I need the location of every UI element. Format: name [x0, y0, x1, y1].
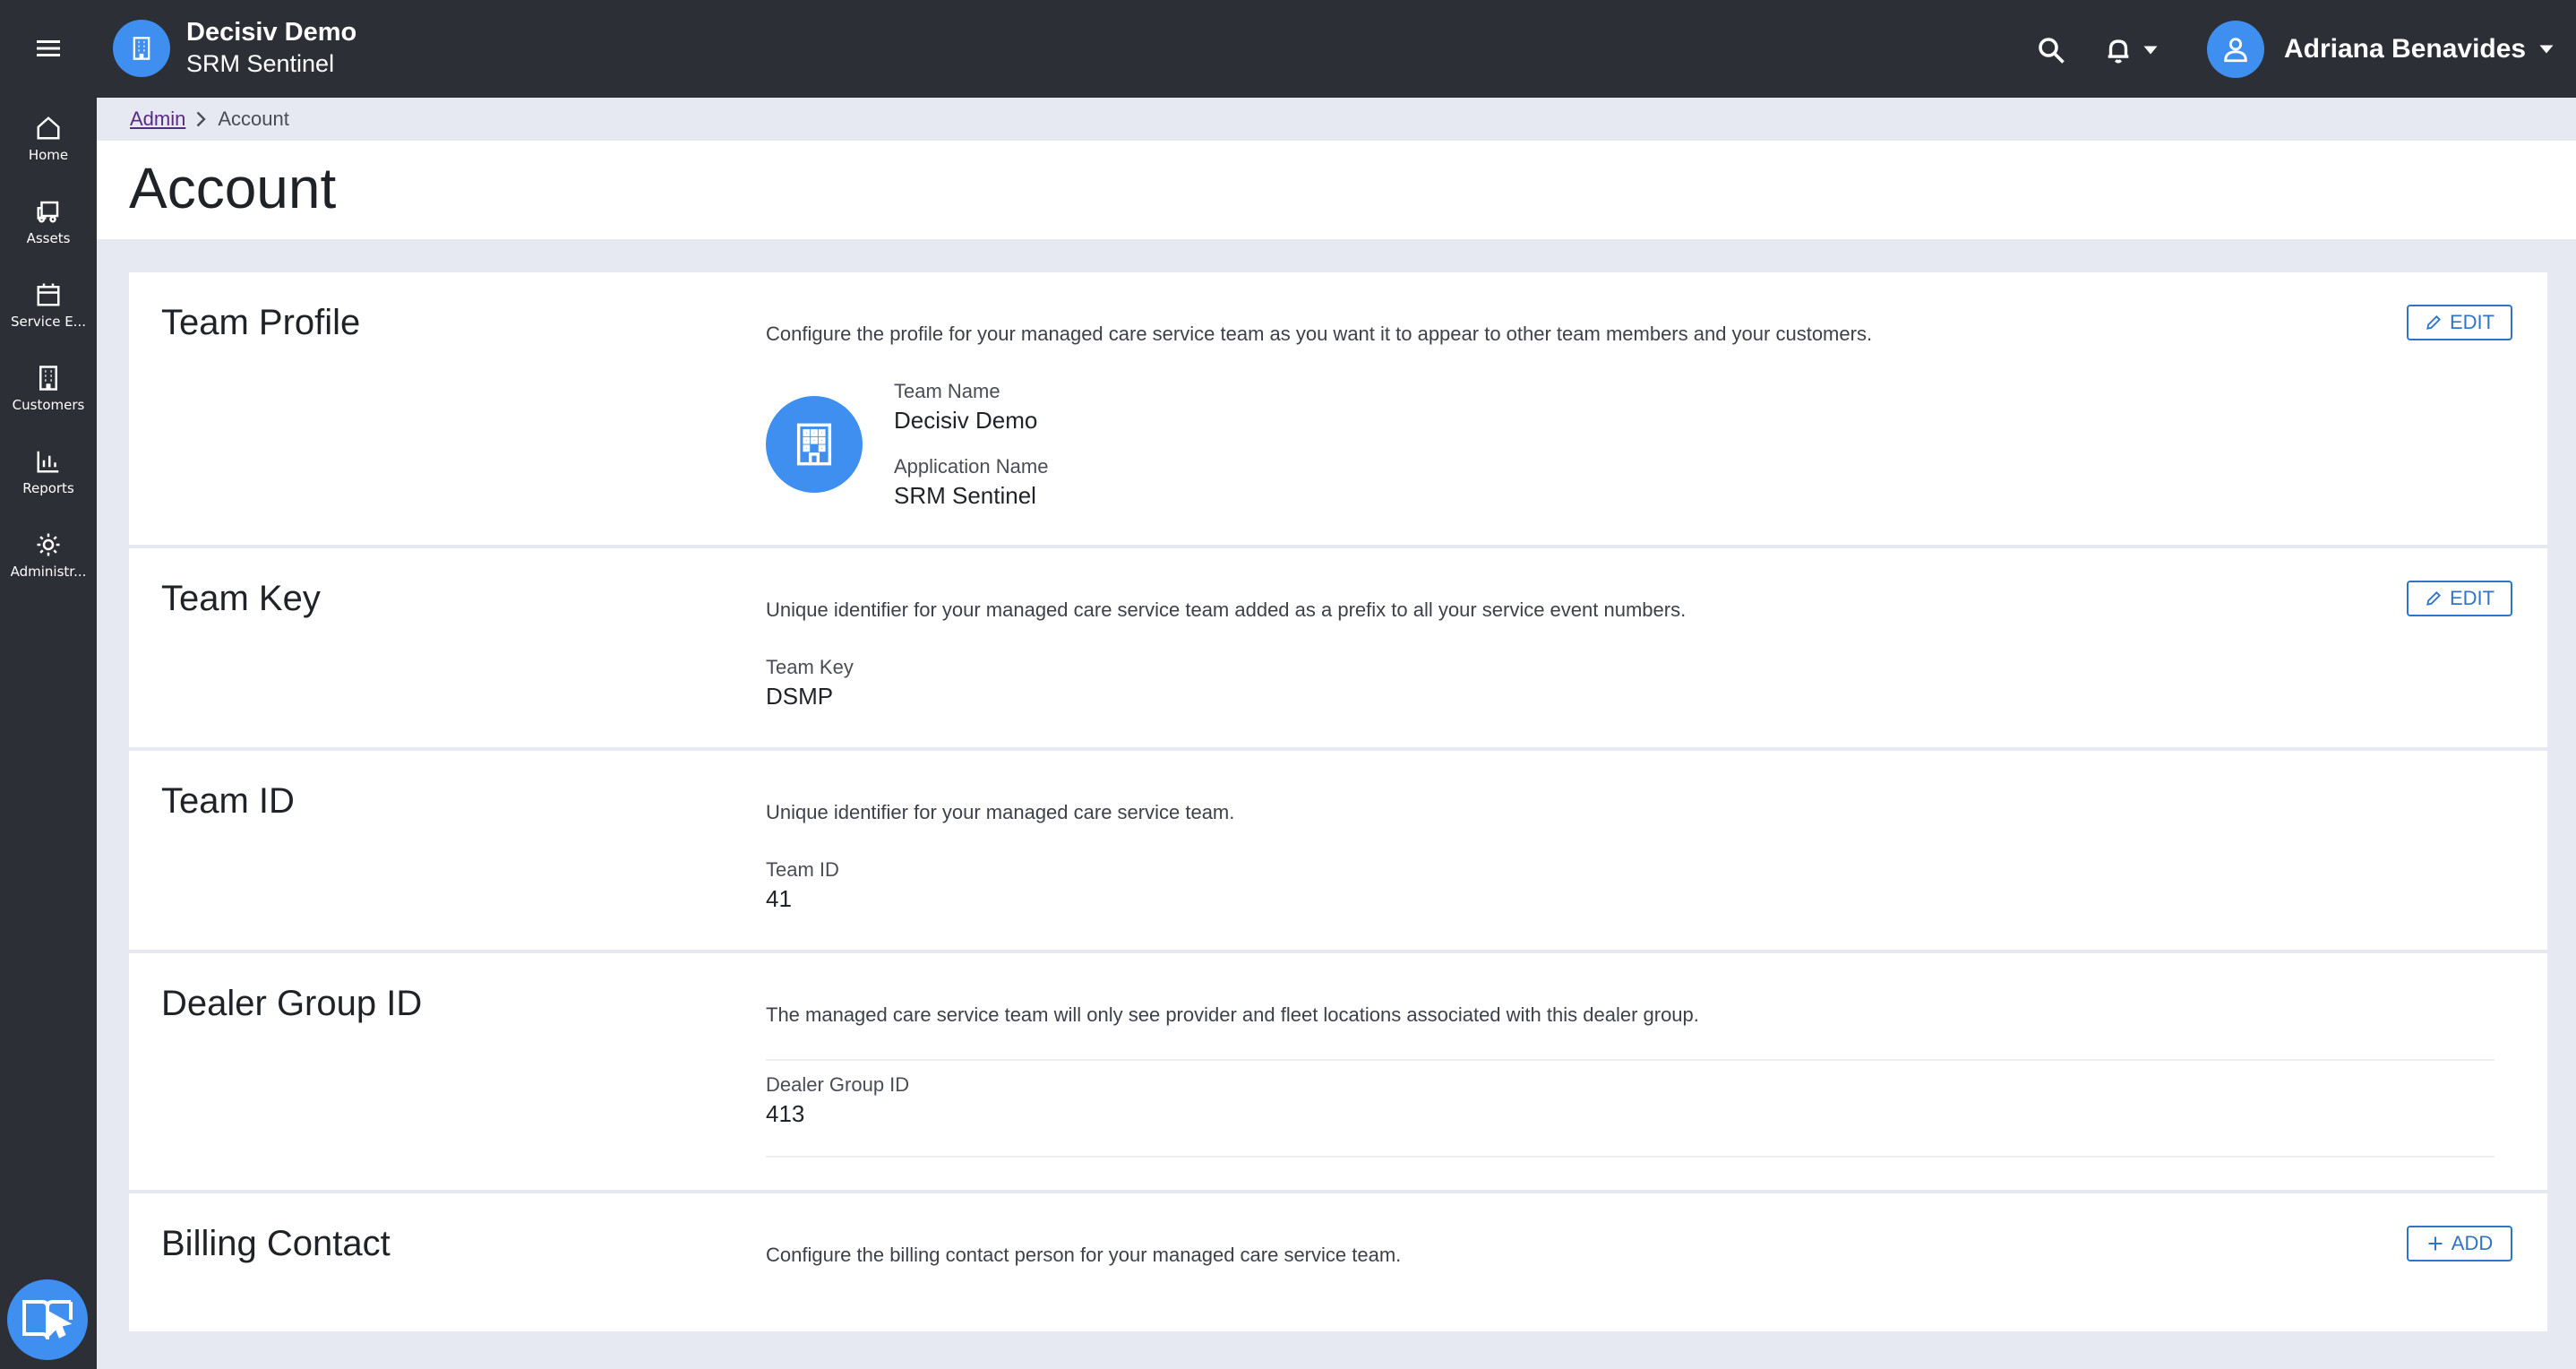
team-profile-title: Team Profile: [161, 303, 361, 342]
chevron-down-icon: [2539, 45, 2554, 54]
team-name-value: Decisiv Demo: [894, 407, 1038, 434]
user-menu[interactable]: Adriana Benavides: [2207, 20, 2555, 79]
team-id-card: Team ID Unique identifier for your manag…: [129, 751, 2547, 950]
search-icon: [2039, 38, 2065, 64]
dealer-group-card: Dealer Group ID The managed care service…: [129, 953, 2547, 1190]
breadcrumb-admin-link[interactable]: Admin: [130, 108, 185, 131]
sidebar-item-customers[interactable]: Customers: [0, 365, 97, 442]
team-key-value: DSMP: [766, 683, 834, 710]
page-title: Account: [129, 156, 337, 220]
add-button-label: ADD: [2451, 1232, 2494, 1254]
edit-team-profile-button[interactable]: EDIT: [2407, 305, 2512, 340]
dealer-group-title: Dealer Group ID: [161, 984, 423, 1023]
billing-contact-card: Billing Contact Configure the billing co…: [129, 1193, 2547, 1331]
add-billing-contact-button[interactable]: ADD: [2407, 1226, 2512, 1261]
book-pointer-icon: [22, 1300, 73, 1340]
sidebar: Home Assets Service E... Customers Repor…: [0, 0, 97, 1369]
edit-team-key-button[interactable]: EDIT: [2407, 581, 2512, 616]
breadcrumb-current: Account: [218, 108, 289, 130]
breadcrumb: Admin Account: [130, 108, 289, 131]
sidebar-item-home[interactable]: Home: [0, 115, 97, 192]
sidebar-item-reports[interactable]: Reports: [0, 448, 97, 525]
sidebar-item-label: Customers: [12, 397, 85, 413]
user-name: Adriana Benavides: [2284, 34, 2527, 64]
menu-toggle-button[interactable]: [29, 32, 68, 65]
user-avatar: [2207, 21, 2264, 78]
breadcrumb-bar: Admin Account: [97, 98, 2576, 141]
building-icon: [39, 366, 57, 391]
calendar-icon: [37, 283, 60, 306]
dealer-group-id-label: Dealer Group ID: [766, 1073, 910, 1096]
bar-chart-icon: [37, 451, 59, 473]
sidebar-item-label: Assets: [26, 230, 71, 246]
user-icon: [2224, 38, 2247, 63]
team-profile-description: Configure the profile for your managed c…: [766, 323, 1873, 345]
dealer-group-description: The managed care service team will only …: [766, 1003, 1699, 1026]
truck-icon: [37, 201, 59, 223]
gear-icon: [37, 533, 60, 556]
team-key-description: Unique identifier for your managed care …: [766, 598, 1687, 621]
edit-button-label: EDIT: [2449, 587, 2495, 609]
team-avatar: [113, 20, 170, 77]
billing-contact-description: Configure the billing contact person for…: [766, 1244, 1402, 1266]
pencil-icon: [2426, 591, 2441, 606]
chevron-down-icon: [2143, 46, 2158, 55]
page-header: Account: [97, 141, 2576, 239]
team-id-label: Team ID: [766, 858, 839, 881]
sidebar-item-label: Administr...: [10, 564, 87, 580]
team-profile-card: Team Profile Configure the profile for y…: [129, 272, 2547, 545]
building-icon: [796, 423, 832, 466]
sidebar-item-administration[interactable]: Administr...: [0, 531, 97, 608]
notifications-button[interactable]: [2103, 30, 2169, 70]
team-name: Decisiv Demo: [186, 18, 357, 47]
app-name: SRM Sentinel: [186, 50, 335, 77]
divider: [766, 1156, 2494, 1158]
sidebar-item-service-events[interactable]: Service E...: [0, 281, 97, 358]
edit-button-label: EDIT: [2449, 311, 2495, 333]
sidebar-item-label: Reports: [22, 480, 74, 496]
menu-icon: [37, 40, 60, 56]
team-profile-avatar: [766, 396, 863, 493]
pencil-icon: [2426, 315, 2441, 330]
dealer-group-id-value: 413: [766, 1100, 805, 1127]
plus-icon: [2428, 1236, 2443, 1251]
help-button[interactable]: [7, 1279, 88, 1360]
team-id-value: 41: [766, 885, 792, 912]
application-name-value: SRM Sentinel: [894, 482, 1036, 509]
application-name-label: Application Name: [894, 455, 1049, 478]
team-id-title: Team ID: [161, 781, 295, 821]
sidebar-item-label: Service E...: [11, 314, 86, 330]
team-key-label: Team Key: [766, 656, 854, 678]
divider: [766, 1059, 2494, 1061]
team-key-card: Team Key Unique identifier for your mana…: [129, 548, 2547, 747]
top-bar: Decisiv Demo SRM Sentinel Adriana Benavi…: [97, 0, 2576, 98]
team-key-title: Team Key: [161, 579, 321, 618]
sidebar-item-assets[interactable]: Assets: [0, 198, 97, 275]
search-button[interactable]: [2031, 30, 2071, 70]
sidebar-item-label: Home: [28, 147, 69, 163]
bell-icon: [2108, 39, 2129, 64]
team-id-description: Unique identifier for your managed care …: [766, 801, 1235, 823]
billing-contact-title: Billing Contact: [161, 1224, 391, 1263]
team-name-label: Team Name: [894, 380, 1000, 402]
building-icon: [133, 37, 150, 60]
chevron-right-icon: [196, 111, 207, 127]
home-icon: [37, 116, 60, 140]
